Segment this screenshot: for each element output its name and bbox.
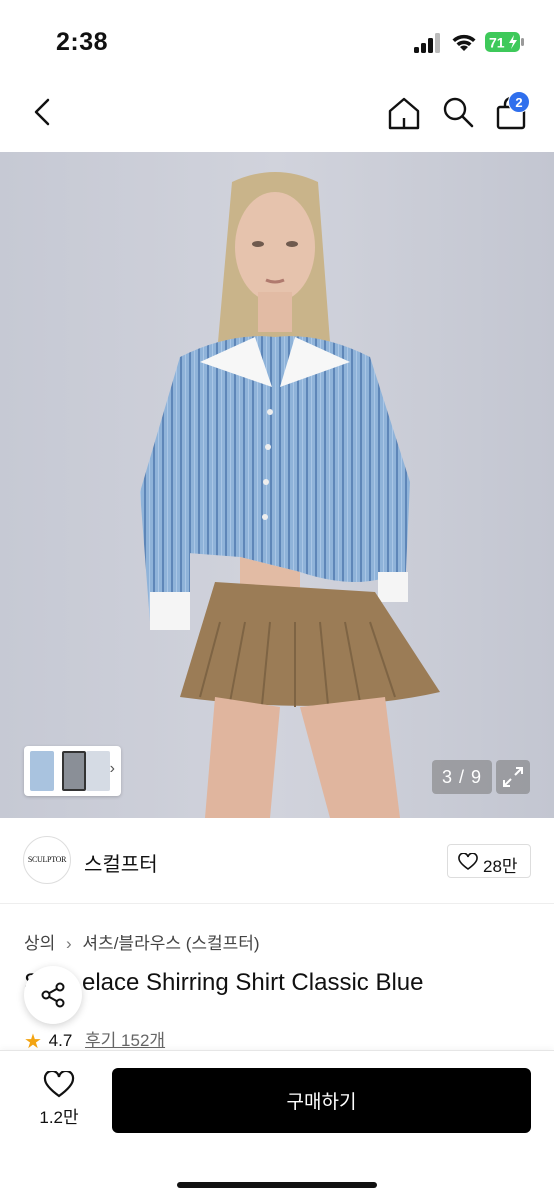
- product-title-text: elace Shirring Shirt Classic Blue: [82, 969, 424, 996]
- breadcrumb-item-subcategory[interactable]: 셔츠/블라우스 (스컬프터): [82, 934, 259, 953]
- thumbnail-strip[interactable]: ›: [24, 746, 121, 796]
- svg-text:71: 71: [489, 35, 505, 51]
- brand-like-count: 28만: [483, 857, 518, 876]
- review-link[interactable]: 후기 152개: [85, 1031, 165, 1050]
- expand-button[interactable]: [496, 760, 530, 794]
- brand-name[interactable]: 스컬프터: [84, 848, 158, 877]
- product-image-gallery[interactable]: › 3 / 9: [0, 152, 554, 818]
- signal-icon: [414, 33, 440, 53]
- search-icon[interactable]: [440, 94, 476, 130]
- expand-icon: [503, 767, 523, 787]
- status-time: 2:38: [56, 28, 109, 56]
- thumbnail-1[interactable]: [30, 751, 54, 791]
- share-button[interactable]: [24, 966, 82, 1024]
- brand-like-button[interactable]: 28만: [447, 844, 531, 878]
- back-icon[interactable]: [28, 96, 56, 128]
- bottom-action-bar: 1.2만 구매하기: [0, 1050, 554, 1200]
- brand-logo[interactable]: SCULPTOR: [23, 836, 71, 884]
- home-indicator: [177, 1182, 377, 1188]
- rating-row: ★ 4.7 후기 152개: [24, 1026, 165, 1053]
- share-icon: [41, 982, 65, 1008]
- image-counter: 3 / 9: [432, 760, 492, 794]
- status-bar: 2:38 71: [0, 0, 554, 82]
- top-navigation: 2: [0, 82, 554, 152]
- wifi-icon: [452, 34, 476, 51]
- home-icon[interactable]: [385, 94, 423, 132]
- breadcrumb-item-category[interactable]: 상의: [24, 934, 55, 953]
- product-photo: [0, 152, 554, 818]
- chevron-right-icon: ›: [109, 760, 115, 777]
- thumbnail-2[interactable]: [62, 751, 86, 791]
- battery-icon: 71: [485, 32, 524, 52]
- buy-button[interactable]: 구매하기: [112, 1068, 531, 1133]
- chevron-right-icon: ›: [66, 934, 72, 953]
- heart-icon: [43, 1071, 75, 1098]
- cart-badge: 2: [508, 91, 530, 113]
- thumbnail-3[interactable]: [86, 751, 110, 791]
- product-title: Selace Shirring Shirt Classic Blue: [24, 969, 534, 997]
- heart-icon: [458, 853, 478, 870]
- wishlist-count: 1.2만: [39, 1108, 79, 1127]
- brand-row[interactable]: SCULPTOR 스컬프터 28만: [0, 818, 554, 904]
- breadcrumb: 상의 › 셔츠/블라우스 (스컬프터): [24, 929, 260, 954]
- wishlist-button[interactable]: 1.2만: [28, 1071, 90, 1135]
- rating-value: 4.7: [48, 1031, 73, 1050]
